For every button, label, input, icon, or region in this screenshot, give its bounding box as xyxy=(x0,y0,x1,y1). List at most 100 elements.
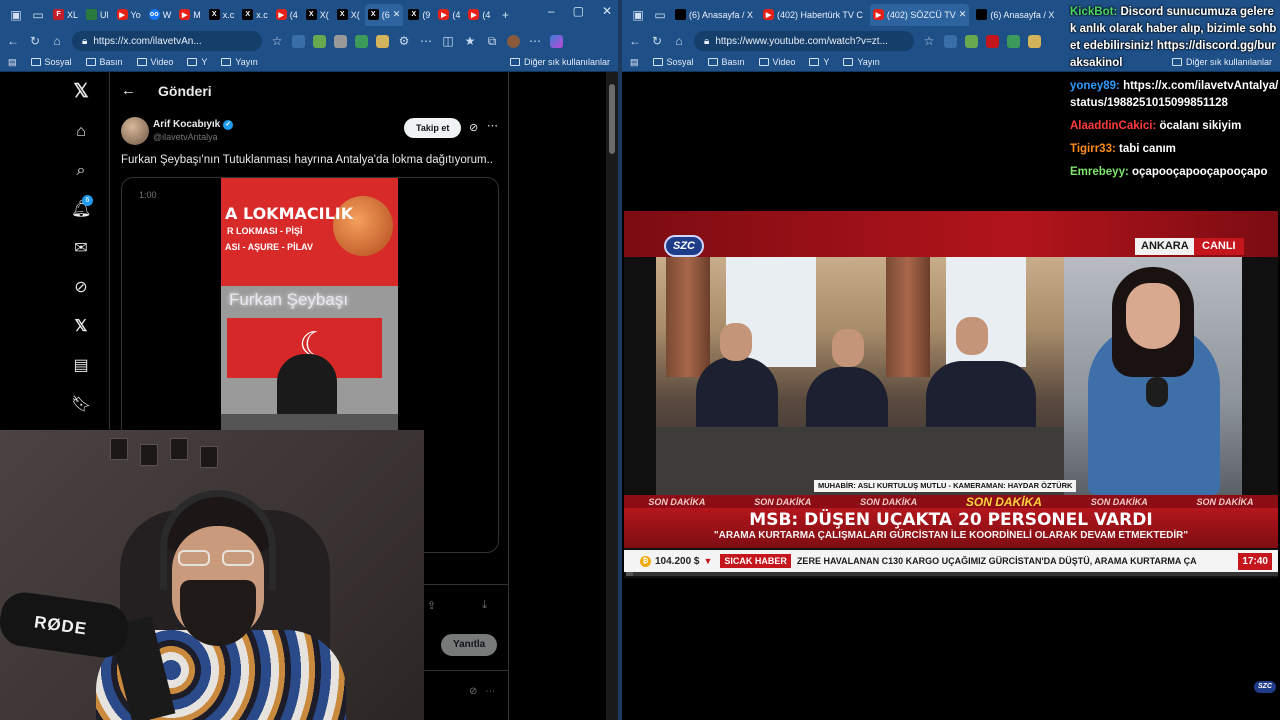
browser-tab[interactable]: ▶ (402) SÖZCÜ TV ✕ xyxy=(869,3,970,26)
bookmark-video[interactable]: Video xyxy=(136,57,173,67)
more-options-icon[interactable]: ⋯ xyxy=(487,119,498,132)
browser-tab[interactable]: F XL xyxy=(50,4,81,26)
author-name[interactable]: Arif Kocabıyık ✓ xyxy=(153,119,234,130)
bookmark-yayin[interactable]: Yayın xyxy=(221,57,258,67)
bookmark-label: Y xyxy=(201,57,208,67)
browser-tab[interactable]: Xx.c xyxy=(239,4,271,26)
maximize-icon[interactable]: ▢ xyxy=(573,4,584,18)
x-icon: X xyxy=(305,9,317,20)
bookmark-y[interactable]: Y xyxy=(187,57,207,67)
browser-tab[interactable]: X X( xyxy=(334,4,363,26)
minimize-icon[interactable]: – xyxy=(548,4,555,18)
browser-tab[interactable]: Ul xyxy=(83,4,112,26)
refresh-icon[interactable]: ↻ xyxy=(650,34,664,48)
tab-label: (4 xyxy=(482,9,491,20)
collections-icon[interactable]: ⧉ xyxy=(485,34,499,49)
more-icon[interactable]: ⋯ xyxy=(419,34,433,48)
browser-tab[interactable]: oo W xyxy=(146,4,175,26)
workspaces-icon[interactable]: ▣ xyxy=(628,5,648,25)
search-icon[interactable]: ⌕ xyxy=(71,161,91,181)
favorites-icon[interactable]: ★ xyxy=(463,34,477,48)
extensions-icon[interactable]: ⚙ xyxy=(397,34,411,48)
close-icon[interactable]: ✕ xyxy=(602,4,612,18)
bookmark-video[interactable]: Video xyxy=(758,57,795,67)
bookmark-basin[interactable]: Basın xyxy=(707,57,745,67)
extension-icon[interactable] xyxy=(1007,34,1020,48)
lists-icon[interactable]: ▤ xyxy=(71,356,91,376)
browser-tab[interactable]: ▶ Yo xyxy=(114,4,144,26)
bookmarks-reading-icon[interactable]: ▤ xyxy=(8,57,17,68)
browser-tab[interactable]: X (6 ✕ xyxy=(364,3,404,26)
tab-actions-icon[interactable]: ▭ xyxy=(28,5,48,25)
grok-explain-icon[interactable]: ⊘ xyxy=(469,121,478,134)
browser-tab[interactable]: X X( xyxy=(303,4,332,26)
home-icon[interactable]: ⌂ xyxy=(50,34,64,48)
scrollbar[interactable] xyxy=(606,72,618,720)
bookmark-sosyal[interactable]: Sosyal xyxy=(30,57,72,67)
extension-icon[interactable] xyxy=(1028,34,1041,48)
scrollbar-thumb[interactable] xyxy=(609,84,615,154)
extension-icon[interactable] xyxy=(986,34,999,48)
new-tab-icon[interactable]: + xyxy=(495,5,515,25)
tab-label: Yo xyxy=(130,9,141,20)
close-tab-icon[interactable]: ✕ xyxy=(959,9,967,20)
bookmarks-reading-icon[interactable]: ▤ xyxy=(630,57,639,68)
url-field[interactable]: 🔒︎ https://www.youtube.com/watch?v=zt... xyxy=(694,31,914,51)
browser-tab[interactable]: Xx.c xyxy=(206,4,238,26)
more-options-icon[interactable]: ⋯ xyxy=(485,686,495,697)
video-player[interactable]: SZC ANKARA CANLI MUHABİR: ASLI KURTULUŞ … xyxy=(624,211,1278,578)
browser-tab[interactable]: ▶ M xyxy=(176,4,204,26)
back-icon[interactable]: ← xyxy=(6,34,20,48)
video-progress-bar[interactable] xyxy=(626,572,1278,576)
browser-tab[interactable]: (6) Anasayfa / X xyxy=(973,4,1057,26)
extension-icon[interactable] xyxy=(292,34,305,48)
grok-icon[interactable]: ⊘ xyxy=(469,686,477,697)
author-avatar[interactable] xyxy=(121,117,149,145)
x-logo-icon[interactable]: 𝕏 xyxy=(71,82,91,102)
extension-icon[interactable] xyxy=(965,34,978,48)
messages-icon[interactable]: ✉ xyxy=(71,239,91,259)
home-icon[interactable]: ⌂ xyxy=(71,122,91,142)
premium-x-icon[interactable]: 𝕏 xyxy=(71,317,91,337)
bookmark-other[interactable]: Diğer sık kullanılanlar xyxy=(509,57,610,67)
split-screen-icon[interactable]: ◫ xyxy=(441,34,455,48)
back-icon[interactable]: ← xyxy=(628,34,642,48)
follow-button[interactable]: Takip et xyxy=(404,118,462,138)
profile-avatar[interactable] xyxy=(507,34,520,48)
favorite-star-icon[interactable]: ☆ xyxy=(270,34,284,48)
extension-icon[interactable] xyxy=(376,34,389,48)
refresh-icon[interactable]: ↻ xyxy=(28,34,42,48)
tab-actions-icon[interactable]: ▭ xyxy=(650,5,670,25)
home-icon[interactable]: ⌂ xyxy=(672,34,686,48)
browser-tab[interactable]: ▶ (4 xyxy=(465,4,493,26)
author-handle[interactable]: @ilavetvAntalya xyxy=(153,132,218,142)
extension-icon[interactable] xyxy=(944,34,957,48)
browser-tab[interactable]: ▶ (4 xyxy=(435,4,463,26)
copilot-icon[interactable] xyxy=(550,34,563,48)
bookmark-y[interactable]: Y xyxy=(809,57,829,67)
close-tab-icon[interactable]: ✕ xyxy=(393,9,401,20)
download-icon[interactable]: ⤓ xyxy=(482,599,487,612)
bookmark-yayin[interactable]: Yayın xyxy=(843,57,880,67)
share-icon[interactable]: ⇪ xyxy=(427,599,436,612)
bookmark-sosyal[interactable]: Sosyal xyxy=(652,57,694,67)
video-timer: 1:00 xyxy=(139,190,157,200)
workspaces-icon[interactable]: ▣ xyxy=(6,5,26,25)
browser-tab[interactable]: (6) Anasayfa / X xyxy=(672,4,756,26)
browser-tab[interactable]: ▶ (402) Habertürk TV C xyxy=(760,4,866,26)
notifications-icon[interactable]: 🔔︎ 6 xyxy=(71,195,93,220)
browser-tab[interactable]: X (9 xyxy=(405,4,433,26)
url-field[interactable]: 🔒︎ https://x.com/ilavetvAn... xyxy=(72,31,262,51)
extension-icon[interactable] xyxy=(355,34,368,48)
grok-icon[interactable]: ⊘ xyxy=(71,278,91,298)
extension-icon[interactable] xyxy=(313,34,326,48)
reply-button[interactable]: Yanıtla xyxy=(441,634,498,656)
favorite-star-icon[interactable]: ☆ xyxy=(922,34,936,48)
extension-icon[interactable] xyxy=(334,34,347,48)
bookmark-basin[interactable]: Basın xyxy=(85,57,123,67)
bookmarks-icon[interactable]: 🔖︎ xyxy=(71,395,91,415)
browser-tab[interactable]: ▶ (4 xyxy=(273,4,301,26)
menu-icon[interactable]: ⋯ xyxy=(528,34,542,48)
video-frame[interactable]: A LOKMACILIK R LOKMASI - PİŞİ ASI - AŞUR… xyxy=(221,178,398,438)
back-arrow-icon[interactable]: ← xyxy=(121,82,136,99)
